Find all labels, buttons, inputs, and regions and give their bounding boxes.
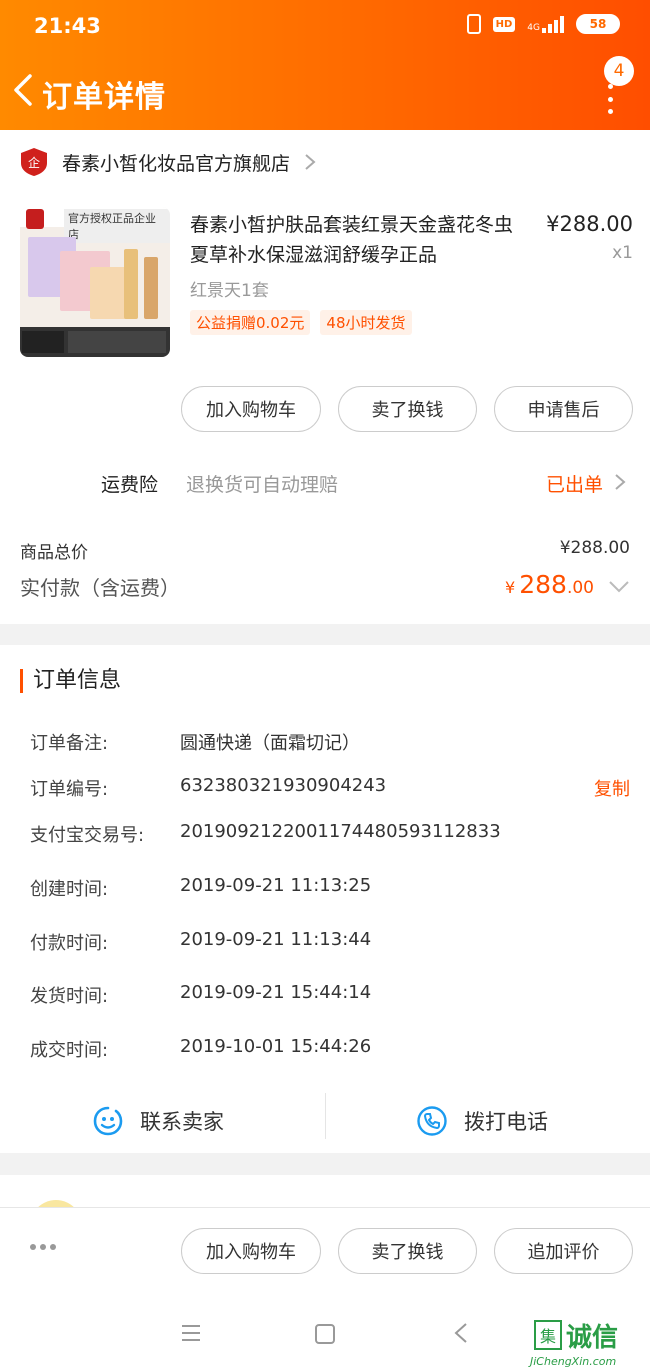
call-button[interactable]: 拨打电话 — [416, 1089, 548, 1153]
bottom-action-bar: 加入购物车 卖了换钱 追加评价 — [0, 1207, 650, 1295]
system-navigation-bar: 集 诚信 JiChengXin.com — [0, 1295, 650, 1372]
signal-icon: 4G — [527, 15, 564, 33]
watermark-mark: 集 — [534, 1320, 562, 1350]
phone-icon — [417, 1106, 447, 1136]
product-thumbnail[interactable]: 官方授权正品企业店 — [20, 207, 170, 357]
paid-amount-label: 实付款（含运费） — [20, 576, 180, 600]
chevron-down-icon[interactable] — [608, 580, 630, 594]
product-quantity: x1 — [612, 243, 633, 263]
add-to-cart-button[interactable]: 加入购物车 — [181, 386, 321, 432]
menu-icon[interactable] — [180, 1323, 202, 1343]
order-item-card: 企 春素小皙化妆品官方旗舰店 官方授权正品企业店 春素小皙护肤品套装红景天金盏花… — [0, 130, 650, 624]
info-key: 发货时间: — [30, 986, 109, 1007]
info-value: 2019-10-01 15:44:26 — [180, 1036, 372, 1057]
contact-seller-button[interactable]: 联系卖家 — [92, 1089, 224, 1153]
battery-icon: 58 — [576, 14, 620, 34]
goods-total-value: ¥288.00 — [559, 538, 630, 558]
paid-decimal: .00 — [566, 578, 594, 598]
status-time: 21:43 — [34, 14, 101, 38]
order-info-section: 订单信息 订单备注: 圆通快递（面霜切记） 订单编号: 632380321930… — [0, 645, 650, 1153]
thumb-promo-strip — [20, 327, 170, 357]
back-icon[interactable] — [452, 1321, 470, 1345]
chevron-right-icon — [305, 154, 316, 170]
hd-icon: HD — [492, 16, 516, 32]
back-arrow-icon[interactable] — [10, 70, 40, 110]
info-key: 支付宝交易号: — [30, 825, 145, 846]
product-name[interactable]: 春素小皙护肤品套装红景天金盏花冬虫夏草补水保湿滋润舒缓孕正品 — [190, 210, 520, 270]
info-key: 成交时间: — [30, 1040, 109, 1061]
watermark-text: 诚信 — [566, 1322, 619, 1353]
info-value: 2019092122001174480593112833 — [180, 821, 501, 842]
info-row-completed: 成交时间: 2019-10-01 15:44:26 — [30, 1036, 630, 1062]
product-bottle — [124, 249, 138, 319]
vibrate-icon — [466, 14, 481, 34]
thumb-tag: 官方授权正品企业店 — [64, 209, 170, 243]
tag-shipping: 48小时发货 — [320, 310, 412, 335]
insurance-status: 已出单 — [546, 474, 604, 496]
contact-bar: 联系卖家 拨打电话 — [0, 1089, 650, 1153]
shop-row[interactable]: 企 春素小皙化妆品官方旗舰店 — [20, 144, 316, 180]
after-sale-button[interactable]: 申请售后 — [494, 386, 633, 432]
nav-bar: 订单详情 4 — [0, 56, 650, 120]
info-row-order-number: 订单编号: 632380321930904243 复制 — [30, 775, 630, 801]
resell-button[interactable]: 卖了换钱 — [338, 386, 477, 432]
more-horizontal-icon[interactable] — [30, 1244, 56, 1250]
info-row-shipped: 发货时间: 2019-09-21 15:44:14 — [30, 982, 630, 1008]
info-key: 创建时间: — [30, 879, 109, 900]
shop-logo-icon: 企 — [21, 148, 47, 176]
info-row-paid: 付款时间: 2019-09-21 11:13:44 — [30, 929, 630, 955]
chat-icon — [93, 1106, 123, 1136]
divider — [325, 1093, 326, 1139]
info-value: 2019-09-21 11:13:44 — [180, 929, 372, 950]
certified-shield-icon — [26, 209, 44, 229]
insurance-desc: 退换货可自动理赔 — [186, 474, 339, 496]
product-price: ¥288.00 — [546, 212, 633, 236]
chevron-right-icon — [615, 474, 626, 490]
svg-text:企: 企 — [28, 155, 40, 170]
watermark-url: JiChengXin.com — [530, 1355, 617, 1368]
tag-donation: 公益捐赠0.02元 — [190, 310, 311, 335]
status-icons: HD 4G 58 — [466, 14, 620, 34]
add-to-cart-button[interactable]: 加入购物车 — [181, 1228, 321, 1274]
product-tags: 公益捐赠0.02元 48小时发货 — [190, 310, 412, 335]
info-key: 付款时间: — [30, 933, 109, 954]
info-key: 订单备注: — [30, 733, 109, 754]
product-sku: 红景天1套 — [190, 281, 269, 301]
paid-amount-value: ¥ 288 .00 — [505, 570, 594, 599]
info-value: 圆通快递（面霜切记） — [180, 733, 360, 754]
add-review-button[interactable]: 追加评价 — [494, 1228, 633, 1274]
info-row-created: 创建时间: 2019-09-21 11:13:25 — [30, 875, 630, 901]
info-value: 632380321930904243 — [180, 775, 387, 796]
status-bar: 21:43 HD 4G 58 — [0, 0, 650, 52]
info-value: 2019-09-21 11:13:25 — [180, 875, 372, 896]
paid-currency: ¥ — [505, 578, 516, 597]
info-key: 订单编号: — [30, 779, 109, 800]
network-type: 4G — [527, 22, 540, 33]
info-row-note: 订单备注: 圆通快递（面霜切记） — [30, 729, 630, 755]
product-bottle — [144, 257, 158, 319]
copy-button[interactable]: 复制 — [594, 775, 630, 801]
home-icon[interactable] — [314, 1323, 336, 1345]
goods-total-label: 商品总价 — [20, 543, 88, 563]
contact-seller-label: 联系卖家 — [140, 1110, 224, 1134]
shop-name: 春素小皙化妆品官方旗舰店 — [62, 152, 291, 175]
app-header: 21:43 HD 4G 58 订单详情 4 — [0, 0, 650, 130]
order-info-title: 订单信息 — [20, 669, 121, 693]
shipping-insurance-row[interactable]: 运费险 退换货可自动理赔 已出单 — [0, 460, 650, 504]
info-value: 2019-09-21 15:44:14 — [180, 982, 372, 1003]
insurance-label: 运费险 — [101, 474, 159, 496]
resell-button[interactable]: 卖了换钱 — [338, 1228, 477, 1274]
watermark-logo: 集 诚信 — [534, 1315, 618, 1355]
message-count-badge[interactable]: 4 — [604, 56, 634, 86]
page-title: 订单详情 — [42, 80, 166, 115]
more-icon[interactable] — [605, 84, 615, 114]
call-label: 拨打电话 — [464, 1110, 548, 1134]
info-row-alipay-id: 支付宝交易号: 2019092122001174480593112833 — [30, 821, 630, 847]
paid-integer: 288 — [519, 570, 567, 599]
